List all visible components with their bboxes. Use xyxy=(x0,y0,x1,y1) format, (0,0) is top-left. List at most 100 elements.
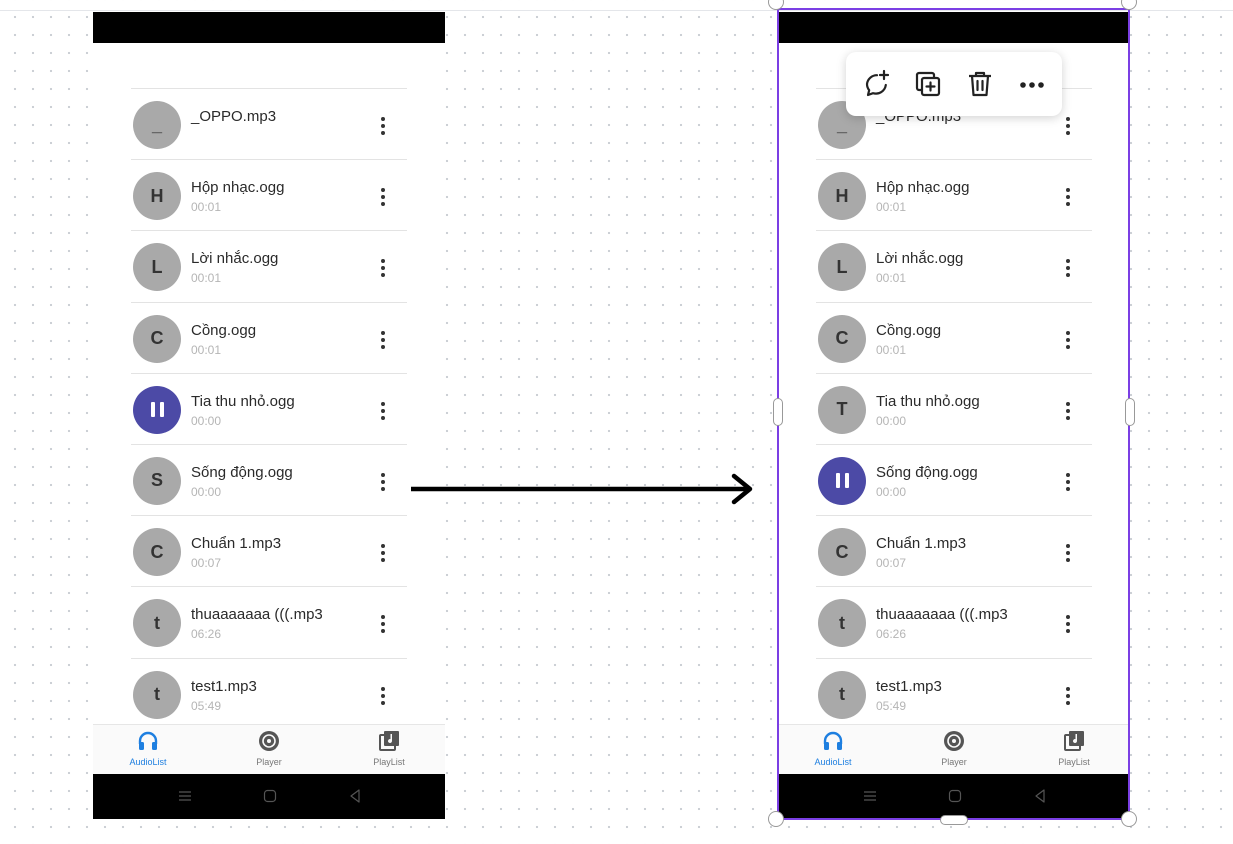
track-duration: 00:00 xyxy=(876,413,907,428)
pause-icon[interactable] xyxy=(133,385,181,434)
track-row[interactable]: t thuaaaaaaa (((.mp3 06:26 xyxy=(816,586,1092,657)
track-row[interactable]: H Hộp nhạc.ogg 00:01 xyxy=(131,159,407,230)
more-vert-icon[interactable] xyxy=(381,259,385,278)
disc-icon xyxy=(944,731,964,751)
back-icon[interactable] xyxy=(1031,787,1049,805)
track-duration: 00:01 xyxy=(191,342,222,357)
track-row[interactable]: H Hộp nhạc.ogg 00:01 xyxy=(816,159,1092,230)
track-avatar: C xyxy=(818,528,866,577)
trash-icon xyxy=(969,71,991,97)
track-row[interactable]: C Cồng.ogg 00:01 xyxy=(131,301,407,373)
home-icon[interactable] xyxy=(261,787,279,805)
track-avatar: t xyxy=(133,670,181,719)
duplicate-icon xyxy=(915,71,941,97)
resize-handle-right[interactable] xyxy=(1125,398,1135,426)
system-navigation-bar xyxy=(93,774,445,819)
track-duration: 06:26 xyxy=(191,627,222,642)
track-row[interactable]: C Chuẩn 1.mp3 00:07 xyxy=(816,515,1092,586)
track-row[interactable]: t test1.mp3 05:49 xyxy=(131,657,407,729)
more-vert-icon[interactable] xyxy=(1066,686,1070,705)
more-vert-icon[interactable] xyxy=(1066,472,1070,491)
canvas-top-rule xyxy=(0,10,1233,11)
track-row[interactable]: t thuaaaaaaa (((.mp3 06:26 xyxy=(131,586,407,657)
add-comment-button[interactable] xyxy=(860,68,892,100)
duplicate-button[interactable] xyxy=(912,68,944,100)
home-icon[interactable] xyxy=(946,787,964,805)
more-vert-icon[interactable] xyxy=(1066,330,1070,349)
more-vert-icon[interactable] xyxy=(1066,401,1070,420)
more-vert-icon[interactable] xyxy=(1066,117,1070,135)
more-vert-icon[interactable] xyxy=(381,472,385,491)
track-duration: 00:01 xyxy=(876,200,907,215)
status-bar xyxy=(778,12,1130,43)
track-row[interactable]: C Chuẩn 1.mp3 00:07 xyxy=(131,515,407,586)
track-row[interactable]: L Lời nhắc.ogg 00:01 xyxy=(131,230,407,301)
nav-audiolist[interactable]: AudioList xyxy=(793,729,873,767)
more-vert-icon[interactable] xyxy=(381,686,385,705)
more-vert-icon[interactable] xyxy=(381,117,385,135)
track-row[interactable]: S Sống động.ogg 00:00 xyxy=(131,443,407,515)
nav-player[interactable]: Player xyxy=(229,729,309,767)
track-avatar: C xyxy=(133,314,181,363)
phone-screen-after[interactable]: _ _OPPO.mp3 H Hộp nhạc.ogg 00:01 L Lời nhắc.og… xyxy=(778,12,1130,819)
track-title: test1.mp3 xyxy=(191,677,257,695)
resize-handle-top-left[interactable] xyxy=(768,0,784,10)
status-bar xyxy=(93,12,445,43)
track-duration: 06:26 xyxy=(876,627,907,642)
more-vert-icon[interactable] xyxy=(381,330,385,349)
resize-handle-bottom[interactable] xyxy=(940,815,968,825)
nav-playlist[interactable]: PlayList xyxy=(349,729,429,767)
nav-player-label: Player xyxy=(256,757,282,767)
track-title: Chuẩn 1.mp3 xyxy=(191,535,282,553)
more-vert-icon[interactable] xyxy=(381,615,385,634)
more-vert-icon[interactable] xyxy=(1066,615,1070,634)
nav-audiolist[interactable]: AudioList xyxy=(108,729,188,767)
pause-icon[interactable] xyxy=(818,456,866,505)
nav-player[interactable]: Player xyxy=(914,729,994,767)
track-avatar: L xyxy=(818,243,866,292)
menu-icon[interactable] xyxy=(176,787,194,805)
track-row[interactable]: C Cồng.ogg 00:01 xyxy=(816,301,1092,373)
track-avatar: C xyxy=(133,528,181,577)
headphones-icon xyxy=(823,731,843,750)
track-avatar: S xyxy=(133,456,181,505)
track-avatar: T xyxy=(818,385,866,434)
audio-list: _ _OPPO.mp3 H Hộp nhạc.ogg 00:01 L Lời nhắc.og… xyxy=(816,88,1092,729)
more-vert-icon[interactable] xyxy=(381,544,385,563)
track-duration: 05:49 xyxy=(191,698,222,713)
resize-handle-bottom-right[interactable] xyxy=(1121,811,1137,827)
track-row[interactable]: L Lời nhắc.ogg 00:01 xyxy=(816,230,1092,301)
track-duration: 00:01 xyxy=(876,342,907,357)
menu-icon[interactable] xyxy=(861,787,879,805)
resize-handle-bottom-left[interactable] xyxy=(768,811,784,827)
nav-player-label: Player xyxy=(941,757,967,767)
more-vert-icon[interactable] xyxy=(1066,544,1070,563)
track-row[interactable]: Tia thu nhỏ.ogg 00:00 xyxy=(131,372,407,444)
more-vert-icon[interactable] xyxy=(1066,259,1070,278)
back-icon[interactable] xyxy=(346,787,364,805)
track-duration: 00:00 xyxy=(191,484,222,499)
resize-handle-left[interactable] xyxy=(773,398,783,426)
selection-toolbar xyxy=(846,52,1062,116)
track-avatar: H xyxy=(818,172,866,221)
track-duration: 00:01 xyxy=(191,271,222,286)
track-row[interactable]: t test1.mp3 05:49 xyxy=(816,657,1092,729)
track-avatar: t xyxy=(818,599,866,648)
delete-button[interactable] xyxy=(964,68,996,100)
playlist-icon xyxy=(1064,731,1084,751)
track-row[interactable]: Sống động.ogg 00:00 xyxy=(816,443,1092,515)
track-row[interactable]: T Tia thu nhỏ.ogg 00:00 xyxy=(816,372,1092,444)
resize-handle-top-right[interactable] xyxy=(1121,0,1137,10)
nav-audiolist-label: AudioList xyxy=(129,757,167,767)
track-title: thuaaaaaaa (((.mp3 xyxy=(876,606,1008,624)
transition-arrow-icon xyxy=(411,473,753,505)
more-options-button[interactable] xyxy=(1016,68,1048,100)
more-vert-icon[interactable] xyxy=(381,188,385,207)
track-duration: 00:07 xyxy=(191,556,222,571)
track-title: thuaaaaaaa (((.mp3 xyxy=(191,606,323,624)
more-vert-icon[interactable] xyxy=(381,401,385,420)
more-vert-icon[interactable] xyxy=(1066,188,1070,207)
nav-playlist[interactable]: PlayList xyxy=(1034,729,1114,767)
track-row[interactable]: _ _OPPO.mp3 xyxy=(131,88,407,159)
more-icon xyxy=(1020,82,1044,88)
